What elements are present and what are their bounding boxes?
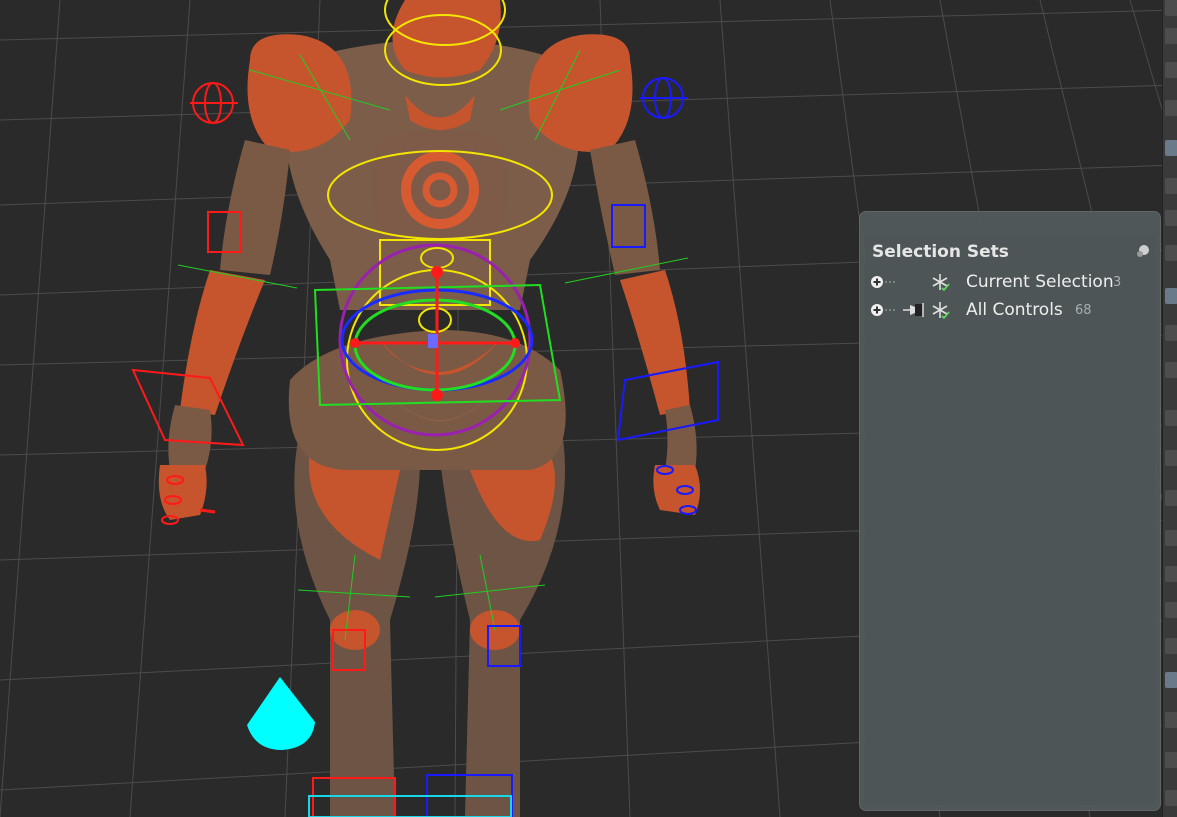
toolbar-button[interactable] [1165,410,1177,426]
toolbar-button[interactable] [1165,178,1177,194]
toolbar-button[interactable] [1165,638,1177,654]
toolbar-button[interactable] [1165,566,1177,582]
selection-set-count: 3 [1113,275,1122,290]
panel-menu-icon[interactable] [1136,244,1150,258]
toolbar-button[interactable] [1165,712,1177,728]
toolbar-button[interactable] [1165,245,1177,261]
character-model [158,0,700,817]
selection-asterisk-icon [932,302,950,320]
selection-set-count: 68 [1075,303,1092,318]
selection-set-name: Current Selection [966,272,1114,292]
toolbar-button[interactable] [1165,140,1177,156]
toolbar-button[interactable] [1165,790,1177,806]
toolbar-button[interactable] [1165,362,1177,378]
selection-set-name: All Controls [966,300,1063,320]
selection-set-row-all-controls[interactable]: All Controls 68 [870,300,1150,324]
side-toolbar [1162,0,1177,817]
selection-asterisk-icon [932,274,950,292]
toolbar-button[interactable] [1165,672,1177,688]
cyan-cone-control [247,677,315,750]
toolbar-button[interactable] [1165,752,1177,768]
toolbar-button[interactable] [1165,62,1177,78]
toolbar-button[interactable] [1165,100,1177,116]
pin-icon[interactable] [903,302,927,318]
expand-plus-icon[interactable] [870,275,896,289]
panel-title: Selection Sets [872,242,1009,262]
toolbar-button[interactable] [1165,530,1177,546]
toolbar-button[interactable] [1165,450,1177,466]
toolbar-button[interactable] [1165,325,1177,341]
selection-set-row-current[interactable]: Current Selection 3 [870,272,1150,296]
toolbar-button[interactable] [1165,28,1177,44]
toolbar-button[interactable] [1165,0,1177,16]
selection-sets-panel: Selection Sets Current Selection 3 All C… [859,211,1161,811]
expand-plus-icon[interactable] [870,303,896,317]
toolbar-button[interactable] [1165,490,1177,506]
toolbar-button[interactable] [1165,288,1177,304]
toolbar-button[interactable] [1165,602,1177,618]
toolbar-button[interactable] [1165,210,1177,226]
